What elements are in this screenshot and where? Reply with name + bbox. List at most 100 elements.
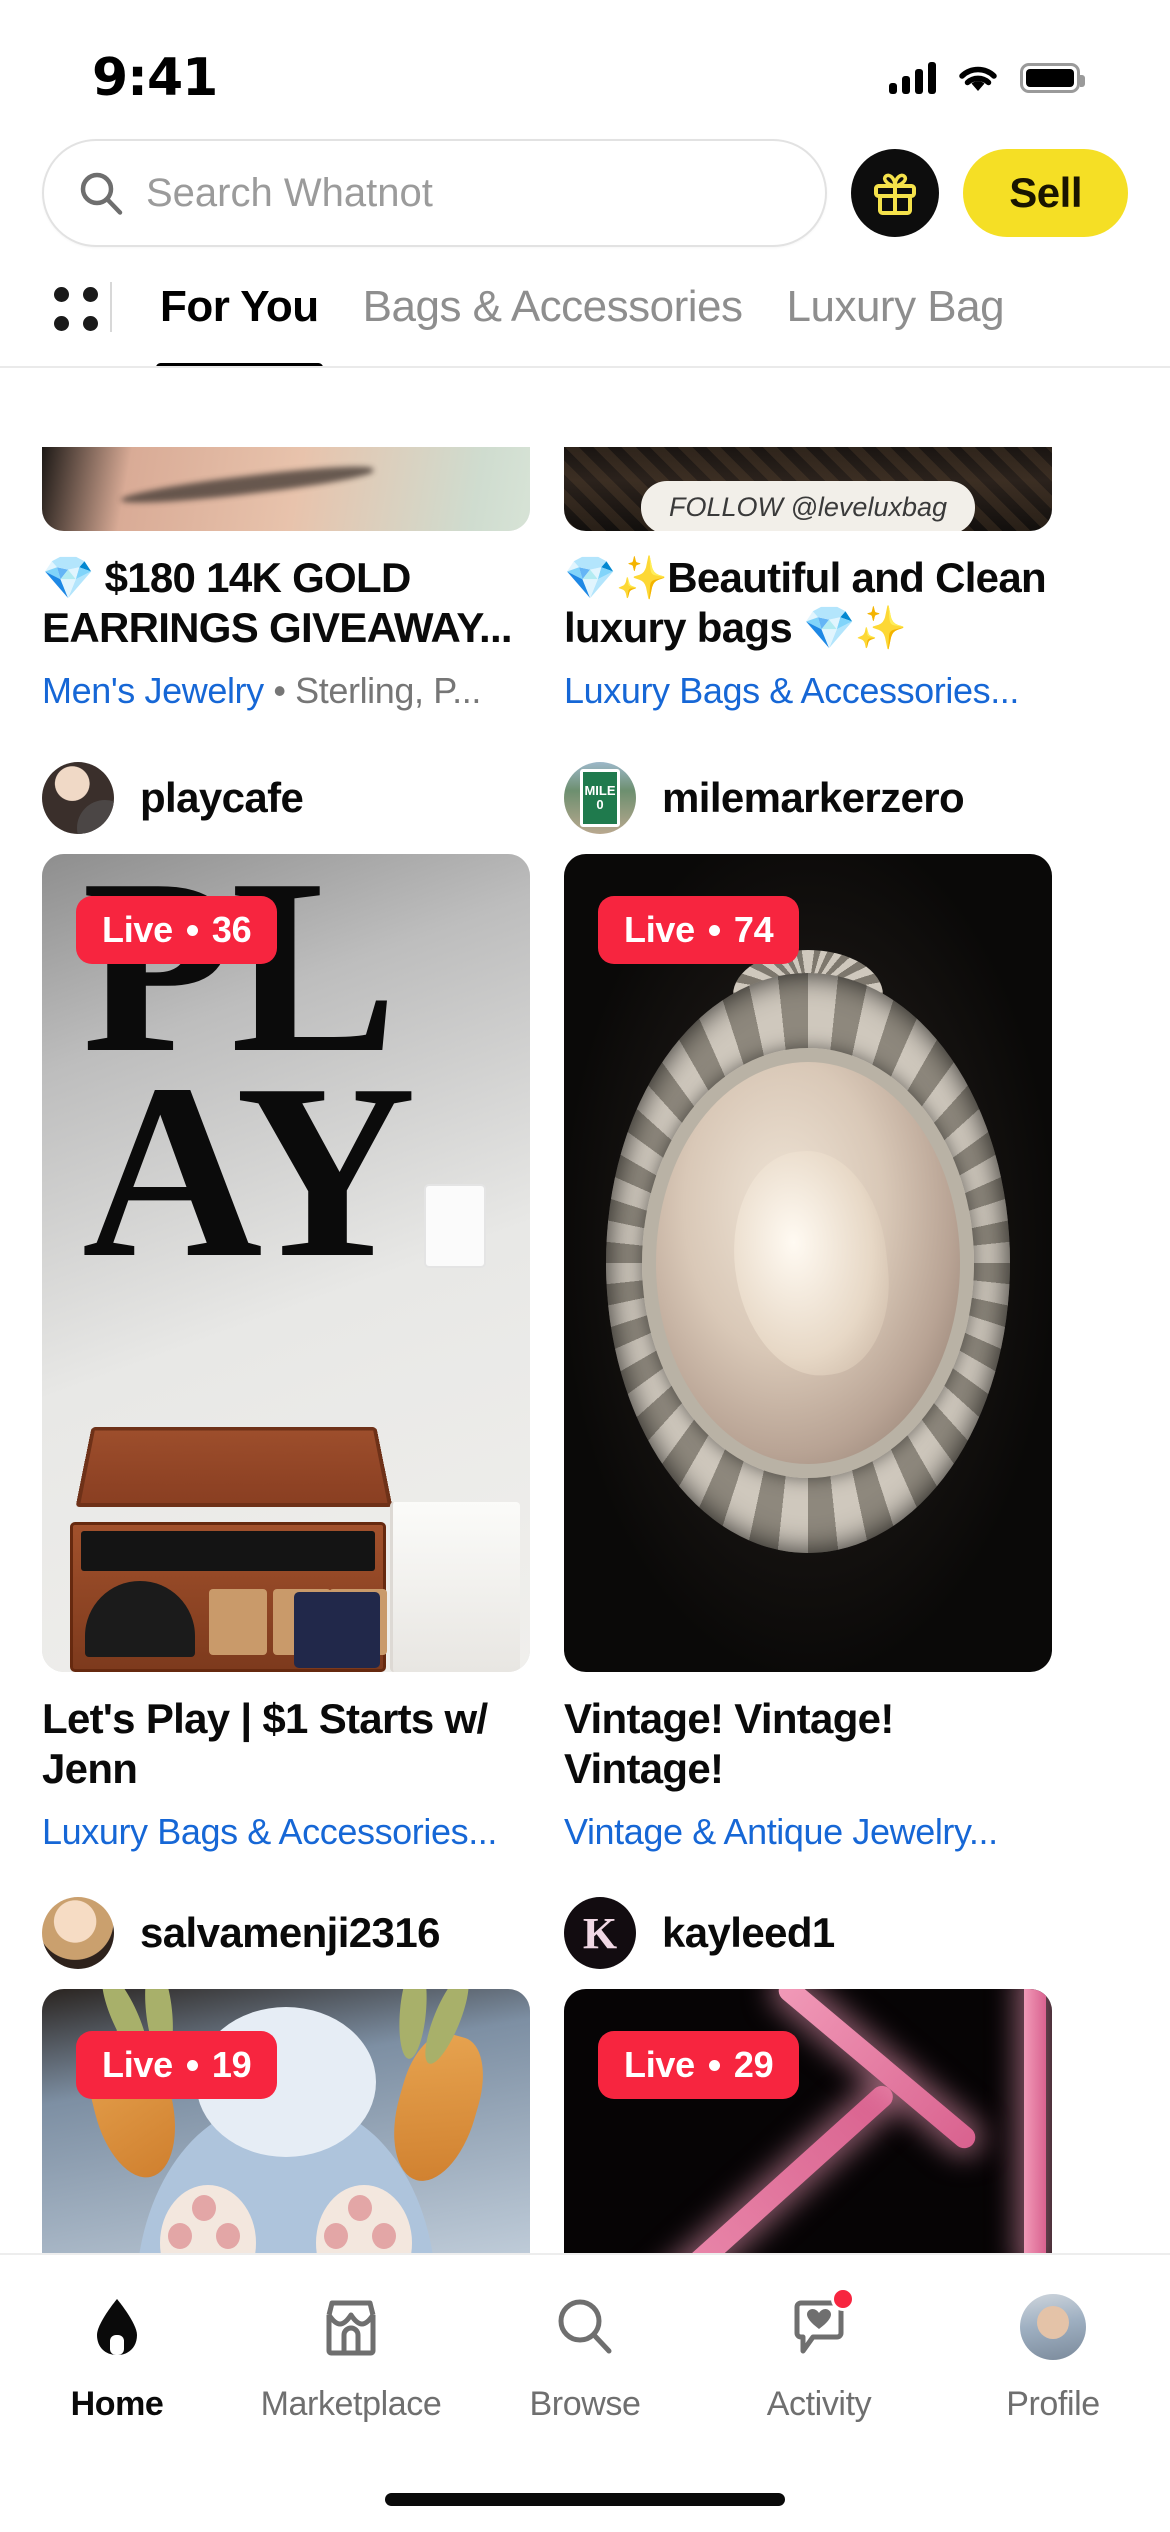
tab-browse[interactable]: Browse bbox=[468, 2289, 702, 2424]
seller-name: salvamenji2316 bbox=[140, 1909, 440, 1957]
seller-name: milemarkerzero bbox=[662, 774, 965, 822]
thumbnail-art bbox=[564, 854, 1052, 1673]
stream-card[interactable]: FOLLOW @leveluxbag 💎✨Beautiful and Clean… bbox=[564, 447, 1052, 712]
stream-card[interactable]: K kayleed1 Live 29 bbox=[564, 1853, 1052, 2253]
stream-title: 💎 $180 14K GOLD EARRINGS GIVEAWAY... bbox=[42, 554, 513, 651]
live-dot-icon bbox=[186, 924, 198, 936]
header-divider bbox=[0, 366, 1170, 368]
app-header: Search Whatnot Sell bbox=[0, 130, 1170, 248]
live-badge: Live 29 bbox=[598, 2031, 800, 2100]
tab-divider bbox=[110, 282, 112, 332]
live-dot-icon bbox=[186, 2059, 198, 2071]
stream-title: Let's Play | $1 Starts w/ Jenn bbox=[42, 1695, 488, 1792]
live-label: Live bbox=[624, 909, 695, 951]
live-badge: Live 74 bbox=[598, 896, 800, 965]
battery-icon bbox=[1020, 63, 1085, 93]
tab-activity-label: Activity bbox=[766, 2385, 872, 2423]
search-icon bbox=[80, 172, 123, 215]
tab-activity[interactable]: Activity bbox=[702, 2287, 936, 2424]
live-badge: Live 36 bbox=[76, 896, 278, 965]
thumbnail-art bbox=[42, 1989, 530, 2253]
tab-luxury-bag[interactable]: Luxury Bag bbox=[765, 282, 1027, 332]
thumbnail-art bbox=[42, 447, 530, 531]
search-input[interactable]: Search Whatnot bbox=[42, 139, 828, 247]
live-viewer-count: 74 bbox=[733, 909, 774, 951]
home-icon bbox=[79, 2289, 155, 2365]
category-tabs[interactable]: For You Bags & Accessories Luxury Bag bbox=[138, 282, 1027, 366]
live-label: Live bbox=[102, 909, 173, 951]
tab-for-you[interactable]: For You bbox=[138, 282, 341, 366]
category-tab-bar[interactable]: For You Bags & Accessories Luxury Bag bbox=[0, 248, 1170, 366]
live-dot-icon bbox=[708, 2059, 720, 2071]
tab-marketplace-label: Marketplace bbox=[260, 2385, 442, 2423]
stream-card[interactable]: playcafe PL AY Live 36 Let's Play | $1 S… bbox=[42, 718, 530, 1853]
seller-row[interactable]: playcafe bbox=[42, 762, 530, 835]
feed-row-partial: 💎 $180 14K GOLD EARRINGS GIVEAWAY... Men… bbox=[42, 447, 1128, 712]
search-icon bbox=[547, 2289, 623, 2365]
mile-sign-line2: 0 bbox=[596, 797, 604, 813]
search-placeholder: Search Whatnot bbox=[146, 170, 433, 215]
stream-category[interactable]: Vintage & Antique Jewelry... bbox=[564, 1811, 1052, 1853]
sell-button-label: Sell bbox=[1009, 169, 1082, 216]
tab-home-label: Home bbox=[70, 2385, 164, 2423]
bottom-tab-bar[interactable]: Home Marketplace Browse Activity Profile bbox=[0, 2253, 1170, 2532]
grid-dots-icon[interactable] bbox=[42, 278, 100, 336]
stream-title: 💎✨Beautiful and Clean luxury bags 💎✨ bbox=[564, 554, 1047, 651]
gift-button[interactable] bbox=[851, 149, 940, 237]
cellular-signal-icon bbox=[889, 62, 936, 94]
stream-thumbnail[interactable]: Live 19 bbox=[42, 1989, 530, 2253]
mile-sign-line1: MILE bbox=[584, 782, 616, 798]
status-bar: 9:41 bbox=[0, 0, 1170, 130]
stream-card[interactable]: 💎 $180 14K GOLD EARRINGS GIVEAWAY... Men… bbox=[42, 447, 530, 712]
seller-row[interactable]: K kayleed1 bbox=[564, 1897, 1052, 1970]
live-viewer-count: 19 bbox=[211, 2044, 252, 2086]
kayleed1-avatar[interactable]: K bbox=[564, 1897, 636, 1970]
live-viewer-count: 29 bbox=[733, 2044, 774, 2086]
tab-profile[interactable]: Profile bbox=[936, 2289, 1170, 2424]
live-dot-icon bbox=[708, 924, 720, 936]
stream-category[interactable]: Luxury Bags & Accessories... bbox=[42, 1811, 530, 1853]
stream-card[interactable]: MILE 0 milemarkerzero Live 74 Vintage! V… bbox=[564, 718, 1052, 1853]
home-indicator bbox=[385, 2493, 785, 2506]
seller-name: playcafe bbox=[140, 774, 304, 822]
live-label: Live bbox=[624, 2044, 695, 2086]
tab-bags-accessories[interactable]: Bags & Accessories bbox=[341, 282, 765, 332]
playcafe-avatar[interactable] bbox=[42, 762, 114, 835]
profile-avatar-icon bbox=[1015, 2289, 1091, 2365]
thumbnail-art bbox=[564, 1989, 1052, 2253]
stream-category[interactable]: Luxury Bags & Accessories... bbox=[564, 670, 1052, 712]
storefront-icon bbox=[313, 2289, 389, 2365]
stream-category-suffix: • Sterling, P... bbox=[263, 670, 481, 712]
activity-badge-dot bbox=[831, 2287, 855, 2311]
tab-profile-label: Profile bbox=[1006, 2385, 1100, 2423]
stream-thumbnail[interactable]: FOLLOW @leveluxbag bbox=[564, 447, 1052, 531]
thumbnail-art: PL AY bbox=[42, 854, 530, 1673]
feed-row: salvamenji2316 Live 19 K kayleed1 Live 2… bbox=[42, 1853, 1128, 2253]
tab-marketplace[interactable]: Marketplace bbox=[234, 2289, 468, 2424]
wifi-icon bbox=[959, 66, 997, 91]
live-label: Live bbox=[102, 2044, 173, 2086]
feed-row: playcafe PL AY Live 36 Let's Play | $1 S… bbox=[42, 718, 1128, 1853]
tab-home[interactable]: Home bbox=[0, 2289, 234, 2424]
gift-icon bbox=[874, 173, 917, 215]
stream-thumbnail[interactable] bbox=[42, 447, 530, 531]
live-viewer-count: 36 bbox=[211, 909, 252, 951]
stream-category[interactable]: Men's Jewelry • Sterling, P... bbox=[42, 670, 530, 712]
seller-row[interactable]: MILE 0 milemarkerzero bbox=[564, 762, 1052, 835]
stream-thumbnail[interactable]: Live 29 bbox=[564, 1989, 1052, 2253]
milemarkerzero-avatar[interactable]: MILE 0 bbox=[564, 762, 636, 835]
heart-chat-bubble-icon bbox=[781, 2287, 857, 2365]
live-stream-feed[interactable]: 💎 $180 14K GOLD EARRINGS GIVEAWAY... Men… bbox=[0, 447, 1170, 2253]
seller-row[interactable]: salvamenji2316 bbox=[42, 1897, 530, 1970]
follow-overlay-pill[interactable]: FOLLOW @leveluxbag bbox=[640, 481, 976, 531]
status-icons bbox=[889, 62, 1085, 94]
kayleed-initial: K bbox=[582, 1908, 618, 1958]
stream-thumbnail[interactable]: Live 74 bbox=[564, 854, 1052, 1673]
status-time: 9:41 bbox=[92, 48, 218, 108]
salvamenji2316-avatar[interactable] bbox=[42, 1897, 114, 1970]
sell-button[interactable]: Sell bbox=[963, 149, 1128, 237]
stream-thumbnail[interactable]: PL AY Live 36 bbox=[42, 854, 530, 1673]
seller-name: kayleed1 bbox=[662, 1909, 835, 1957]
stream-title: Vintage! Vintage! Vintage! bbox=[564, 1695, 894, 1792]
stream-card[interactable]: salvamenji2316 Live 19 bbox=[42, 1853, 530, 2253]
